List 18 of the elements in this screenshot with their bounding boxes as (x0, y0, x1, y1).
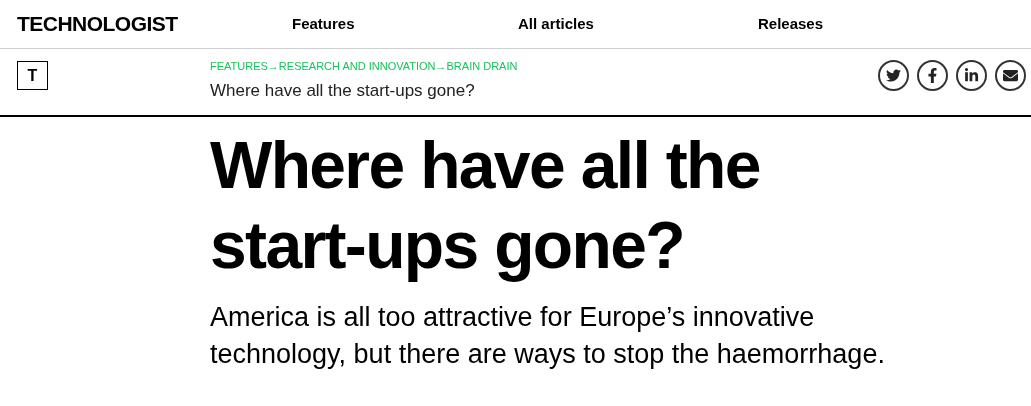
share-linkedin-button[interactable] (956, 60, 987, 91)
twitter-icon (886, 68, 901, 83)
nav-link[interactable]: Features (292, 15, 355, 32)
nav-link[interactable]: All articles (518, 15, 594, 32)
breadcrumb-separator: → (435, 61, 447, 72)
nav-link[interactable]: Releases (758, 15, 824, 32)
linkedin-icon (964, 68, 979, 83)
share-facebook-button[interactable] (917, 60, 948, 91)
headline: Where have all the start-ups gone? (210, 127, 761, 284)
standfirst: America is all too attractive for Europe’s innovative technology, but there are ways to stop the haemorrhage. (210, 301, 886, 371)
article-title: Where have all the start-ups gone? (210, 80, 476, 102)
facebook-icon (925, 68, 940, 83)
site-logo[interactable]: TECHNOLOGIST (17, 8, 292, 40)
logo-mark[interactable]: T (17, 61, 48, 90)
share-twitter-button[interactable] (878, 60, 909, 91)
share-email-button[interactable] (995, 60, 1026, 91)
mail-icon (1003, 68, 1018, 83)
breadcrumb-separator: → (267, 61, 279, 72)
